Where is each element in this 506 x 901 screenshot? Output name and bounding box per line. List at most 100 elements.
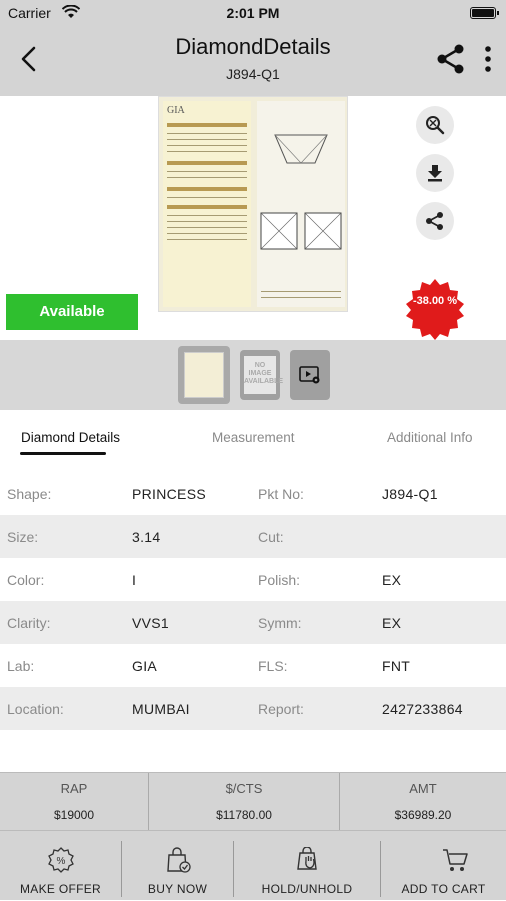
detail-row: Clarity: VVS1 Symm: EX: [0, 601, 506, 644]
bag-icon: [167, 847, 191, 873]
detail-label: Report:: [258, 701, 304, 717]
thumbnail-no-image[interactable]: NO IMAGE AVAILABLE: [240, 350, 283, 400]
detail-row: Color: I Polish: EX: [0, 558, 506, 601]
clock: 2:01 PM: [226, 5, 280, 21]
detail-row: Shape: PRINCESS Pkt No: J894-Q1: [0, 472, 506, 515]
active-tab-indicator: [20, 452, 106, 455]
cert-line: [167, 145, 247, 146]
cert-section-bar: [167, 123, 247, 127]
thumbnail-certificate[interactable]: [178, 346, 230, 404]
zoom-icon: [426, 116, 445, 135]
cert-line: [167, 233, 247, 234]
video-settings-icon: [299, 366, 320, 384]
no-image-placeholder: NO IMAGE AVAILABLE: [244, 356, 283, 394]
price-label: RAP: [60, 781, 88, 796]
diamond-profile-diagram: [274, 134, 328, 164]
detail-label: Shape:: [7, 486, 52, 502]
detail-value: GIA: [132, 658, 158, 674]
detail-value: VVS1: [132, 615, 169, 631]
cert-line: [167, 227, 247, 228]
cert-line: [167, 133, 247, 134]
diamond-plot-diagram: [260, 212, 342, 250]
more-options-icon[interactable]: [478, 44, 498, 74]
detail-label: Size:: [7, 529, 39, 545]
share-icon: [426, 212, 443, 230]
detail-row: Size: 3.14 Cut:: [0, 515, 506, 558]
status-bar: Carrier 2:01 PM: [0, 0, 506, 26]
thumbnail-certificate-image: [184, 352, 224, 398]
page-title: DiamondDetails: [175, 34, 331, 59]
action-label: HOLD/UNHOLD: [261, 882, 353, 896]
detail-label: Pkt No:: [258, 486, 304, 502]
price-summary: RAP $19000 $/CTS $11780.00 AMT $36989.20: [0, 772, 506, 831]
detail-value: FNT: [382, 658, 411, 674]
detail-row: Location: MUMBAI Report: 2427233864: [0, 687, 506, 730]
tab-additional-info[interactable]: Additional Info: [387, 430, 473, 445]
hold-unhold-button[interactable]: HOLD/UNHOLD: [234, 831, 380, 901]
detail-value: EX: [382, 615, 402, 631]
price-label: AMT: [409, 781, 437, 796]
battery-icon: [470, 7, 499, 19]
detail-value: MUMBAI: [132, 701, 190, 717]
action-label: ADD TO CART: [401, 882, 486, 896]
price-value: $11780.00: [216, 808, 272, 822]
detail-value: EX: [382, 572, 402, 588]
certificate-left-page: GIA: [163, 101, 251, 307]
make-offer-button[interactable]: % MAKE OFFER: [0, 831, 121, 901]
svg-text:%: %: [57, 856, 66, 867]
cert-line: [167, 139, 247, 140]
thumbnail-video[interactable]: [290, 350, 330, 400]
cert-line: [167, 171, 247, 172]
cart-icon: [443, 849, 468, 871]
download-icon: [428, 165, 442, 182]
offer-icon: %: [48, 847, 74, 873]
price-rap: RAP $19000: [0, 773, 148, 831]
price-value: $36989.20: [394, 808, 452, 822]
tab-diamond-details[interactable]: Diamond Details: [21, 430, 120, 445]
availability-badge: Available: [6, 294, 138, 330]
download-button[interactable]: [416, 154, 454, 192]
tab-measurement[interactable]: Measurement: [212, 430, 295, 445]
detail-label: Location:: [7, 701, 64, 717]
nav-bar: DiamondDetails J894-Q1: [0, 26, 506, 96]
detail-label: Polish:: [258, 572, 301, 588]
action-bar: % MAKE OFFER BUY NOW HOLD/UNHOLD ADD TO …: [0, 830, 506, 900]
hold-icon: [297, 847, 317, 870]
detail-label: Color:: [7, 572, 45, 588]
cert-section-bar: [167, 161, 247, 165]
price-value: $19000: [53, 808, 95, 822]
cert-line: [167, 221, 247, 222]
thumbnail-strip: NO IMAGE AVAILABLE: [0, 340, 506, 410]
detail-value: I: [132, 572, 137, 588]
action-label: BUY NOW: [147, 882, 208, 896]
price-label: $/CTS: [225, 781, 263, 796]
diamond-details-table: Shape: PRINCESS Pkt No: J894-Q1 Size: 3.…: [0, 472, 506, 730]
cert-line: [167, 215, 247, 216]
certificate-image[interactable]: GIA: [158, 96, 348, 312]
detail-label: Symm:: [258, 615, 302, 631]
share-icon[interactable]: [434, 42, 468, 76]
price-amount: AMT $36989.20: [340, 773, 506, 831]
gia-logo: GIA: [167, 105, 185, 116]
share-certificate-button[interactable]: [416, 202, 454, 240]
cert-section-bar: [167, 187, 247, 191]
buy-now-button[interactable]: BUY NOW: [122, 831, 233, 901]
add-to-cart-button[interactable]: ADD TO CART: [381, 831, 506, 901]
cert-line: [261, 291, 341, 292]
discount-badge-icon: [406, 279, 464, 340]
detail-row: Lab: GIA FLS: FNT: [0, 644, 506, 687]
cert-line: [167, 197, 247, 198]
detail-value: J894-Q1: [382, 486, 438, 502]
zoom-button[interactable]: [416, 106, 454, 144]
detail-value: 3.14: [132, 529, 161, 545]
detail-label: FLS:: [258, 658, 288, 674]
detail-value: PRINCESS: [132, 486, 206, 502]
tab-bar: Diamond Details Measurement Additional I…: [0, 410, 506, 460]
certificate-right-page: [257, 101, 345, 307]
detail-label: Clarity:: [7, 615, 51, 631]
price-per-carat: $/CTS $11780.00: [149, 773, 339, 831]
cert-line: [167, 177, 247, 178]
cert-section-bar: [167, 205, 247, 209]
discount-badge: -38.00 %: [412, 295, 458, 307]
detail-label: Lab:: [7, 658, 35, 674]
